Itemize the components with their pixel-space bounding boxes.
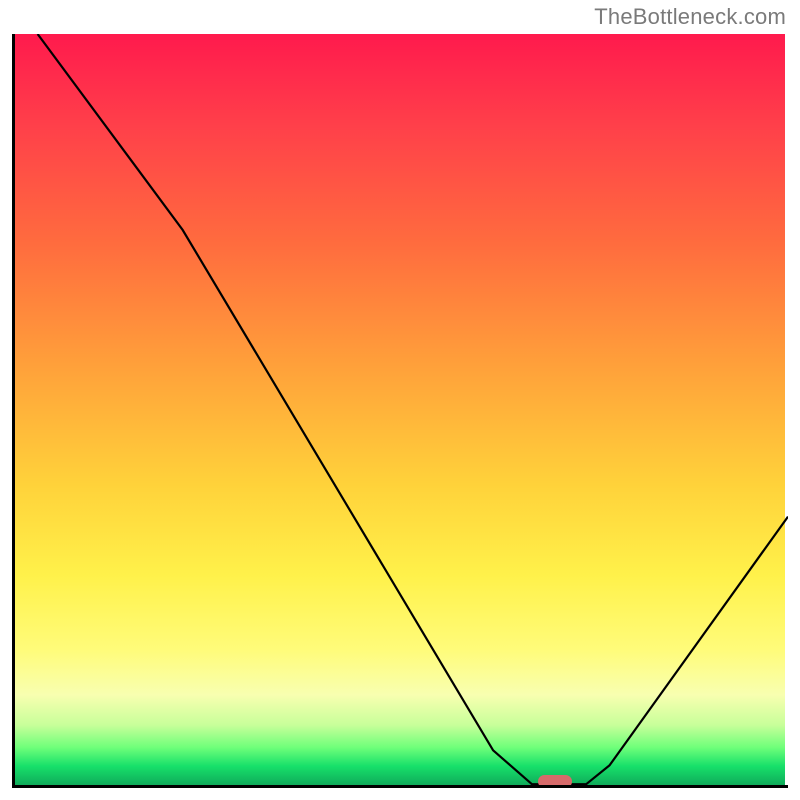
watermark-text: TheBottleneck.com bbox=[594, 4, 786, 30]
y-axis bbox=[12, 34, 15, 788]
x-axis bbox=[12, 785, 788, 788]
curve-path bbox=[38, 34, 788, 784]
chart-container: TheBottleneck.com bbox=[0, 0, 800, 800]
bottleneck-curve bbox=[12, 34, 788, 788]
plot-area bbox=[12, 34, 788, 788]
